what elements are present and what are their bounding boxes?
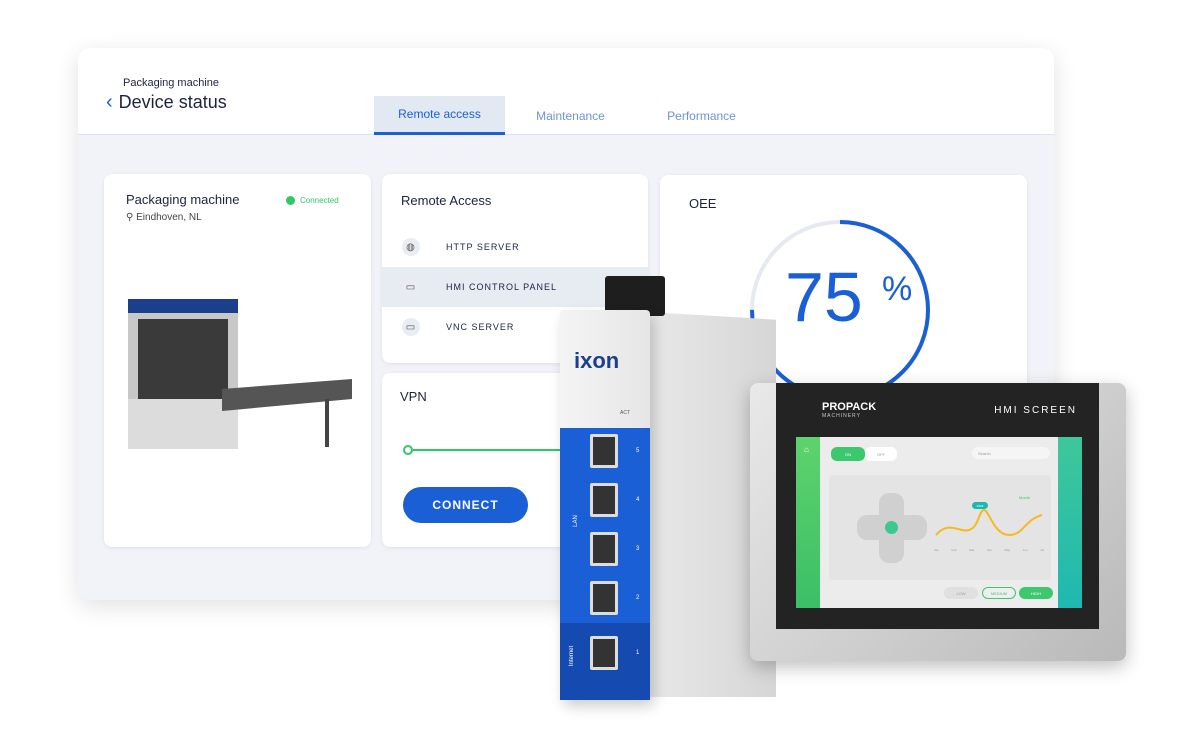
hmi-content-panel: Month 0518 Jan Feb Mar Apr May Jun Jul — [829, 475, 1051, 580]
location-text: Eindhoven, NL — [136, 212, 202, 223]
oee-unit: % — [882, 270, 913, 308]
off-toggle[interactable]: OFF — [865, 447, 897, 461]
port-3 — [590, 532, 618, 566]
month-label: Jan — [934, 548, 939, 552]
chevron-left-icon[interactable]: ‹ — [106, 91, 113, 114]
port-label: 2 — [636, 595, 640, 601]
chart-line — [935, 508, 1043, 537]
port-4 — [590, 483, 618, 517]
page-title: ‹ Device status — [106, 91, 227, 114]
machine-name: Packaging machine — [126, 192, 240, 207]
month-label: Jun — [1022, 548, 1028, 552]
location: ⚲ Eindhoven, NL — [126, 212, 202, 223]
tab-performance[interactable]: Performance — [636, 96, 767, 135]
month-label: Apr — [987, 548, 992, 552]
tab-remote-access[interactable]: Remote access — [374, 96, 505, 135]
hmi-panel: PROPACK MACHINERY HMI SCREEN ⌂ ON OFF Se… — [750, 383, 1126, 661]
ixon-router: ixon ACT LAN Internet 5 4 3 2 1 — [560, 310, 650, 700]
high-button[interactable]: HIGH — [1019, 587, 1053, 599]
tab-maintenance[interactable]: Maintenance — [505, 96, 636, 135]
port-2 — [590, 581, 618, 615]
propack-logo: PROPACK — [822, 401, 877, 413]
vpn-title: VPN — [400, 389, 427, 404]
month-label: Mar — [969, 548, 975, 552]
month-label: May — [1004, 548, 1011, 552]
low-button[interactable]: LOW — [944, 587, 978, 599]
month-dropdown[interactable]: Month — [1019, 495, 1030, 500]
vpn-slider-handle[interactable] — [403, 445, 413, 455]
port-5 — [590, 434, 618, 468]
port-label: 3 — [636, 546, 640, 552]
status-badge: Connected — [286, 196, 339, 205]
oee-title: OEE — [689, 196, 717, 211]
on-toggle[interactable]: ON — [831, 447, 865, 461]
machine-card: Packaging machine Connected ⚲ Eindhoven,… — [104, 174, 371, 547]
hmi-right-bar — [1058, 437, 1082, 608]
internet-label: Internet — [569, 645, 576, 667]
item-label: HTTP SERVER — [446, 242, 520, 252]
ixon-logo: ixon — [574, 348, 620, 373]
http-server-item[interactable]: ◍ HTTP SERVER — [382, 227, 648, 267]
map-pin-icon: ⚲ — [126, 212, 137, 223]
medium-button[interactable]: MEDIUM — [982, 587, 1016, 599]
machine-image — [128, 299, 352, 449]
hmi-title: HMI SCREEN — [994, 405, 1077, 416]
led-label: ACT — [620, 410, 630, 416]
item-label: VNC SERVER — [446, 322, 515, 332]
port-label: 5 — [636, 448, 640, 454]
status-text: Connected — [300, 196, 339, 205]
propack-sub: MACHINERY — [822, 413, 861, 419]
cast-icon: ▭ — [402, 278, 420, 296]
port-panel: LAN Internet 5 4 3 2 1 — [560, 428, 650, 700]
month-label: Jul — [1040, 548, 1044, 552]
cast-icon: ▭ — [402, 318, 420, 336]
port-label: 4 — [636, 497, 640, 503]
globe-icon: ◍ — [402, 238, 420, 256]
item-label: HMI CONTROL PANEL — [446, 282, 558, 292]
status-dot-icon — [286, 196, 295, 205]
home-icon[interactable]: ⌂ — [804, 445, 809, 454]
dpad-center[interactable] — [885, 521, 898, 534]
remote-access-title: Remote Access — [401, 193, 492, 208]
port-label: 1 — [636, 650, 640, 656]
month-axis: Jan Feb Mar Apr May Jun Jul — [934, 548, 1044, 552]
month-label: Feb — [951, 548, 957, 552]
hmi-sidebar: ⌂ — [796, 437, 820, 608]
page-title-text: Device status — [118, 92, 227, 112]
hmi-line-chart — [935, 508, 1043, 537]
hmi-bezel: PROPACK MACHINERY HMI SCREEN ⌂ ON OFF Se… — [776, 383, 1099, 629]
hmi-search[interactable]: Search — [972, 447, 1050, 459]
header: Packaging machine ‹ Device status Remote … — [78, 48, 1054, 135]
port-1 — [590, 636, 618, 670]
hmi-screen: ⌂ ON OFF Search Month 0518 Jan Feb Mar Apr M… — [796, 437, 1082, 608]
breadcrumb[interactable]: Packaging machine — [123, 77, 219, 89]
connect-button[interactable]: CONNECT — [403, 487, 528, 523]
oee-value: 75 — [785, 258, 863, 336]
lan-label: LAN — [572, 515, 579, 527]
